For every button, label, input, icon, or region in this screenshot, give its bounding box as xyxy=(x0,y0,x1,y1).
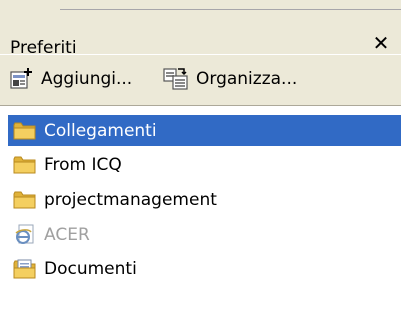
close-icon: ✕ xyxy=(372,31,390,55)
add-favorite-label: Aggiungi... xyxy=(41,69,133,89)
organize-favorites-button[interactable]: Organizza... xyxy=(162,64,297,94)
favorites-panel: Preferiti ✕ Aggiungi... Organizza... Col… xyxy=(0,0,401,311)
folder-icon xyxy=(11,153,39,177)
folder-icon xyxy=(11,119,39,143)
close-button[interactable]: ✕ xyxy=(368,30,394,56)
favorite-item-acer[interactable]: ACER xyxy=(8,219,401,250)
favorite-item-projectmanagement[interactable]: projectmanagement xyxy=(8,184,401,215)
panel-header: Preferiti ✕ xyxy=(0,10,401,58)
favorite-item-label: projectmanagement xyxy=(44,189,217,210)
favorite-item-collegamenti[interactable]: Collegamenti xyxy=(8,115,401,146)
organize-favorites-icon xyxy=(162,66,190,92)
add-favorite-button[interactable]: Aggiungi... xyxy=(9,64,132,94)
organize-favorites-label: Organizza... xyxy=(196,69,298,89)
favorite-item-label: Collegamenti xyxy=(44,120,157,141)
favorite-item-label: Documenti xyxy=(44,258,137,279)
folder-icon xyxy=(11,188,39,212)
top-strip xyxy=(0,0,401,10)
favorites-toolbar: Aggiungi... Organizza... xyxy=(0,54,401,106)
favorite-item-documenti[interactable]: Documenti xyxy=(8,253,401,284)
favorite-item-label: ACER xyxy=(44,224,90,245)
favorite-item-from-icq[interactable]: From ICQ xyxy=(8,149,401,180)
ie-page-icon xyxy=(11,223,39,247)
favorite-item-label: From ICQ xyxy=(44,154,122,175)
special-folder-icon xyxy=(11,257,39,281)
add-favorite-icon xyxy=(9,66,35,92)
